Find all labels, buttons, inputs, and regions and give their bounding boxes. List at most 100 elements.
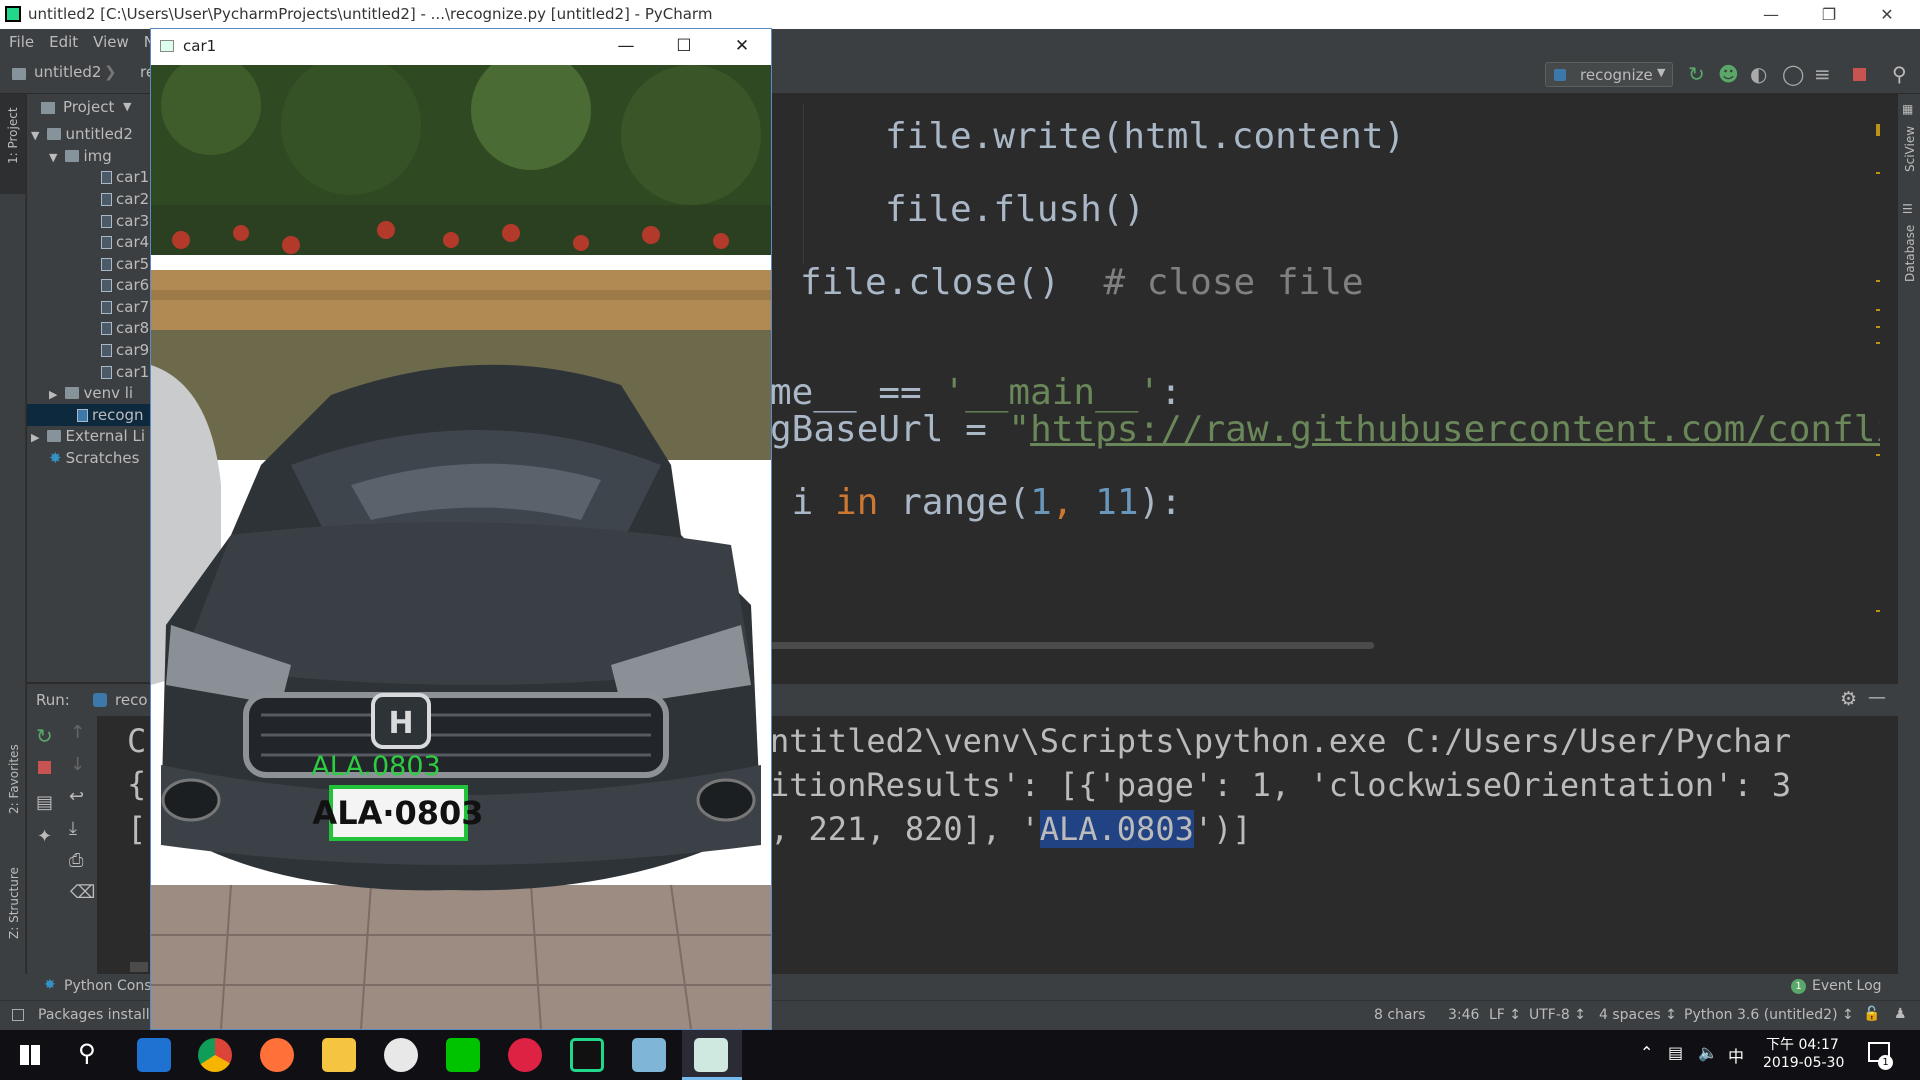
interpreter[interactable]: Python 3.6 (untitled2) ↕ xyxy=(1684,1007,1854,1023)
python-console-tab[interactable]: Python Cons xyxy=(64,978,152,994)
project-panel-header[interactable]: Project xyxy=(63,98,114,116)
folder-icon xyxy=(65,150,80,162)
stop-icon[interactable] xyxy=(38,761,51,774)
tree-file[interactable]: car3 xyxy=(101,210,149,232)
image-viewer-icon[interactable] xyxy=(694,1038,728,1072)
trash-icon[interactable]: ⌫ xyxy=(70,882,95,903)
structure-tab-label[interactable]: Z: Structure xyxy=(7,867,21,939)
layout-icon[interactable]: ▤ xyxy=(36,792,53,813)
console-output[interactable]: ntitled2\venv\Scripts\python.exe C:/User… xyxy=(770,716,1880,974)
close-button[interactable]: ✕ xyxy=(713,29,771,63)
lock-icon[interactable]: 🔓 xyxy=(1863,1006,1880,1022)
database-tab-label[interactable]: Database xyxy=(1903,225,1917,282)
tree-folder-img[interactable]: ▼ img xyxy=(49,145,112,167)
tree-external-libraries[interactable]: ▶ External Li xyxy=(31,425,145,447)
tree-file[interactable]: car4 xyxy=(101,231,149,253)
file-explorer-icon[interactable] xyxy=(322,1038,356,1072)
tree-file[interactable]: car9 xyxy=(101,339,149,361)
restore-button[interactable]: ❐ xyxy=(1800,0,1858,29)
console-scrollbar[interactable] xyxy=(130,962,148,972)
windows-start-icon[interactable] xyxy=(20,1045,40,1065)
tree-file[interactable]: car1 xyxy=(101,361,149,383)
hide-panel-icon[interactable]: — xyxy=(1868,687,1886,708)
code-line: i in range(1, 11): xyxy=(770,482,1182,523)
maximize-button[interactable]: ☐ xyxy=(655,29,713,63)
editor-vertical-scrollbar-track xyxy=(1880,94,1898,654)
horizontal-scrollbar[interactable] xyxy=(770,642,1374,649)
sciview-tab-label[interactable]: SciView xyxy=(1903,126,1917,172)
concurrency-icon[interactable]: ≡ xyxy=(1814,62,1831,86)
ime-indicator[interactable]: 中 xyxy=(1728,1043,1744,1067)
stop-icon[interactable] xyxy=(1853,68,1866,81)
sciview-icon[interactable]: ▦ xyxy=(1902,102,1913,116)
menu-edit[interactable]: Edit xyxy=(49,33,78,51)
status-toggle-icon[interactable] xyxy=(12,1009,24,1021)
event-log-tab[interactable]: Event Log xyxy=(1812,978,1882,994)
show-hidden-icons[interactable]: ⌃ xyxy=(1640,1043,1653,1062)
rerun-icon[interactable]: ↻ xyxy=(1688,62,1705,86)
line-separator[interactable]: LF ↕ xyxy=(1489,1007,1521,1023)
clock-time[interactable]: 下午 04:17 xyxy=(1766,1034,1839,1054)
tree-file-recognize[interactable]: recogn xyxy=(27,404,152,426)
menu-file[interactable]: File xyxy=(9,33,34,51)
chrome-icon[interactable] xyxy=(198,1038,232,1072)
status-message[interactable]: Packages install xyxy=(38,1007,150,1023)
tree-file[interactable]: car7 xyxy=(101,296,149,318)
search-icon[interactable]: ⚲ xyxy=(1892,62,1907,86)
edge-icon[interactable] xyxy=(137,1038,171,1072)
database-icon[interactable]: ☰ xyxy=(1902,202,1913,216)
code-line: gBaseUrl = "https://raw.githubuserconten… xyxy=(770,409,1920,450)
pycharm-icon[interactable] xyxy=(570,1038,604,1072)
tree-file[interactable]: car8 xyxy=(101,317,149,339)
tree-root[interactable]: ▼ untitled2 xyxy=(31,123,133,145)
indent-setting[interactable]: 4 spaces ↕ xyxy=(1599,1007,1677,1023)
parachute-app-icon[interactable] xyxy=(508,1038,542,1072)
image-file-icon xyxy=(101,322,112,335)
coverage-icon[interactable]: ◐ xyxy=(1750,62,1767,86)
profile-icon[interactable]: ◯ xyxy=(1782,62,1804,86)
rerun-icon[interactable]: ↻ xyxy=(36,724,53,748)
line-icon[interactable] xyxy=(446,1038,480,1072)
menu-view[interactable]: View xyxy=(93,33,129,51)
volume-icon[interactable]: 🔈 xyxy=(1698,1043,1718,1062)
windows-taskbar: ⚲ ⌃ ▤ 🔈 中 下午 04:17 2019-05-30 1 xyxy=(0,1030,1920,1080)
tree-file[interactable]: car5 xyxy=(101,253,149,275)
tree-scratches[interactable]: ✸ Scratches xyxy=(49,447,139,469)
image-window[interactable]: car1 — ☐ ✕ H ALA·0803 ALA.0803 xyxy=(150,28,772,1030)
window-icon xyxy=(160,40,174,52)
run-tab[interactable]: reco xyxy=(115,691,148,709)
scratches-icon: ✸ xyxy=(49,449,62,467)
minimize-button[interactable]: — xyxy=(597,29,655,63)
debug-icon[interactable]: ☻ xyxy=(1718,62,1739,86)
firefox-icon[interactable] xyxy=(260,1038,294,1072)
code-line: file.flush() xyxy=(885,189,1146,230)
clock-date[interactable]: 2019-05-30 xyxy=(1763,1055,1844,1071)
print-icon[interactable]: ⎙ xyxy=(69,850,83,871)
search-icon[interactable]: ⚲ xyxy=(78,1039,96,1067)
soft-wrap-icon[interactable]: ↩ xyxy=(69,786,84,807)
inspector-icon[interactable]: ♟ xyxy=(1894,1006,1907,1022)
image-file-icon xyxy=(101,344,112,357)
tree-file[interactable]: car2 xyxy=(101,188,149,210)
run-config-dropdown[interactable]: recognize ▼ xyxy=(1545,62,1673,87)
caret-position[interactable]: 3:46 xyxy=(1448,1007,1479,1023)
project-tab-label: 1: Project xyxy=(6,107,20,164)
tree-file[interactable]: car1 xyxy=(101,166,149,188)
gear-icon[interactable]: ⚙ xyxy=(1840,688,1857,710)
favorites-tab-label[interactable]: 2: Favorites xyxy=(7,744,21,814)
pin-icon[interactable]: ✦ xyxy=(37,826,52,847)
tree-file[interactable]: car6 xyxy=(101,274,149,296)
chevron-down-icon[interactable]: ▼ xyxy=(123,100,131,113)
breadcrumb-project[interactable]: untitled2 xyxy=(34,63,101,81)
down-arrow-icon[interactable]: ↓ xyxy=(70,754,85,775)
scroll-to-end-icon[interactable]: ⤓ xyxy=(69,818,77,839)
network-icon[interactable]: ▤ xyxy=(1668,1043,1683,1062)
unreal-icon[interactable] xyxy=(384,1038,418,1072)
minimize-button[interactable]: — xyxy=(1742,0,1800,29)
code-editor[interactable]: file.write(html.content) file.flush() fi… xyxy=(770,94,1920,654)
up-arrow-icon[interactable]: ↑ xyxy=(70,722,85,743)
file-encoding[interactable]: UTF-8 ↕ xyxy=(1529,1007,1586,1023)
tree-folder-venv[interactable]: ▶ venv li xyxy=(49,382,133,404)
close-button[interactable]: ✕ xyxy=(1858,0,1916,29)
app-icon[interactable] xyxy=(632,1038,666,1072)
